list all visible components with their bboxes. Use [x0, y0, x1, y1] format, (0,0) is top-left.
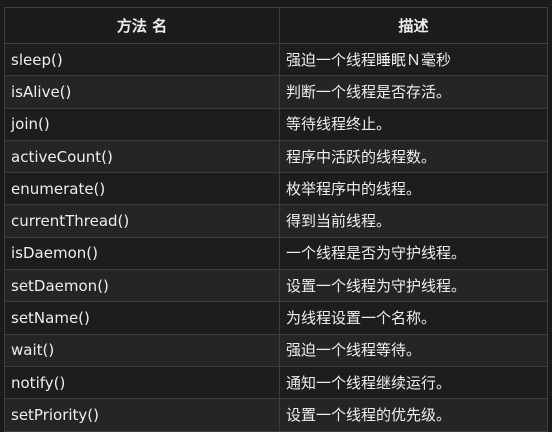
- table-row: setDaemon() 设置一个线程为守护线程。: [4, 269, 548, 303]
- header-description: 描述: [279, 7, 548, 44]
- table-body: sleep() 强迫一个线程睡眠Ｎ毫秒 isAlive() 判断一个线程是否存活…: [4, 42, 548, 432]
- description-cell: 得到当前线程。: [279, 204, 548, 238]
- method-cell: setDaemon(): [4, 269, 280, 303]
- method-cell: notify(): [4, 365, 280, 400]
- table-row: setPriority() 设置一个线程的优先级。: [4, 398, 548, 432]
- table-row: activeCount() 程序中活跃的线程数。: [4, 139, 548, 174]
- table-row: sleep() 强迫一个线程睡眠Ｎ毫秒: [4, 42, 548, 77]
- description-cell: 判断一个线程是否存活。: [279, 75, 548, 109]
- description-cell: 枚举程序中的线程。: [279, 172, 548, 206]
- method-cell: isDaemon(): [4, 236, 280, 271]
- method-cell: setPriority(): [4, 398, 280, 432]
- description-cell: 一个线程是否为守护线程。: [279, 236, 548, 271]
- method-cell: wait(): [4, 333, 280, 367]
- description-cell: 设置一个线程的优先级。: [279, 398, 548, 432]
- description-cell: 程序中活跃的线程数。: [279, 139, 548, 174]
- header-method: 方法 名: [4, 7, 280, 44]
- table-row: notify() 通知一个线程继续运行。: [4, 365, 548, 400]
- method-cell: sleep(): [4, 42, 280, 77]
- thread-methods-table: 方法 名 描述 sleep() 强迫一个线程睡眠Ｎ毫秒 isAlive() 判断…: [4, 7, 548, 432]
- header-row: 方法 名 描述: [4, 7, 548, 44]
- description-cell: 为线程设置一个名称。: [279, 301, 548, 335]
- method-cell: setName(): [4, 301, 280, 335]
- method-cell: currentThread(): [4, 204, 280, 238]
- method-cell: join(): [4, 107, 280, 141]
- table-row: isDaemon() 一个线程是否为守护线程。: [4, 236, 548, 271]
- table-row: enumerate() 枚举程序中的线程。: [4, 172, 548, 206]
- description-cell: 设置一个线程为守护线程。: [279, 269, 548, 303]
- method-cell: enumerate(): [4, 172, 280, 206]
- description-cell: 强迫一个线程睡眠Ｎ毫秒: [279, 42, 548, 77]
- method-cell: isAlive(): [4, 75, 280, 109]
- table-row: join() 等待线程终止。: [4, 107, 548, 141]
- table-row: isAlive() 判断一个线程是否存活。: [4, 75, 548, 109]
- table-row: wait() 强迫一个线程等待。: [4, 333, 548, 367]
- table-row: setName() 为线程设置一个名称。: [4, 301, 548, 335]
- table-header: 方法 名 描述: [4, 7, 548, 44]
- table-row: currentThread() 得到当前线程。: [4, 204, 548, 238]
- description-cell: 通知一个线程继续运行。: [279, 365, 548, 400]
- description-cell: 等待线程终止。: [279, 107, 548, 141]
- method-cell: activeCount(): [4, 139, 280, 174]
- description-cell: 强迫一个线程等待。: [279, 333, 548, 367]
